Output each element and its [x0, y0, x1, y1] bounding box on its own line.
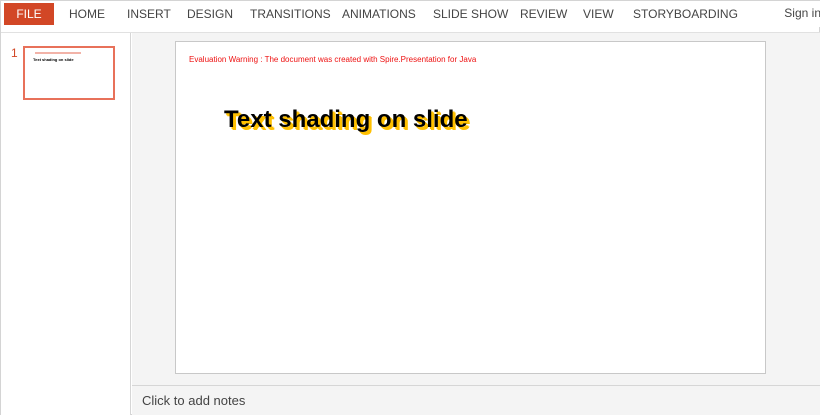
thumbnail-title: Text shading on slide [33, 57, 74, 62]
tab-storyboarding[interactable]: STORYBOARDING [633, 3, 738, 25]
tab-design[interactable]: DESIGN [187, 3, 233, 25]
tab-transitions[interactable]: TRANSITIONS [250, 3, 331, 25]
slide-thumbnails-pane: 1 Text shading on slide [1, 33, 131, 415]
notes-placeholder[interactable]: Click to add notes [142, 393, 245, 408]
tab-review[interactable]: REVIEW [520, 3, 567, 25]
sign-in-link[interactable]: Sign in [784, 3, 820, 25]
tab-slide-show[interactable]: SLIDE SHOW [433, 3, 508, 25]
slide-editing-area: Evaluation Warning : The document was cr… [132, 33, 820, 385]
slide-canvas[interactable]: Evaluation Warning : The document was cr… [175, 41, 766, 374]
tab-view[interactable]: VIEW [583, 3, 614, 25]
tab-file[interactable]: FILE [4, 3, 54, 25]
evaluation-warning-text: Evaluation Warning : The document was cr… [189, 55, 477, 64]
slide-title-text[interactable]: Text shading on slide [224, 106, 468, 134]
ribbon-tabs: FILE HOME INSERT DESIGN TRANSITIONS ANIM… [1, 1, 820, 27]
notes-pane[interactable]: Click to add notes [132, 385, 820, 415]
thumbnail-warning-line [35, 52, 81, 54]
slide-thumbnail[interactable]: Text shading on slide [23, 46, 115, 100]
presentation-window: FILE HOME INSERT DESIGN TRANSITIONS ANIM… [0, 0, 820, 415]
tab-insert[interactable]: INSERT [127, 3, 171, 25]
tab-animations[interactable]: ANIMATIONS [342, 3, 416, 25]
slide-number: 1 [11, 46, 18, 60]
tab-home[interactable]: HOME [69, 3, 105, 25]
